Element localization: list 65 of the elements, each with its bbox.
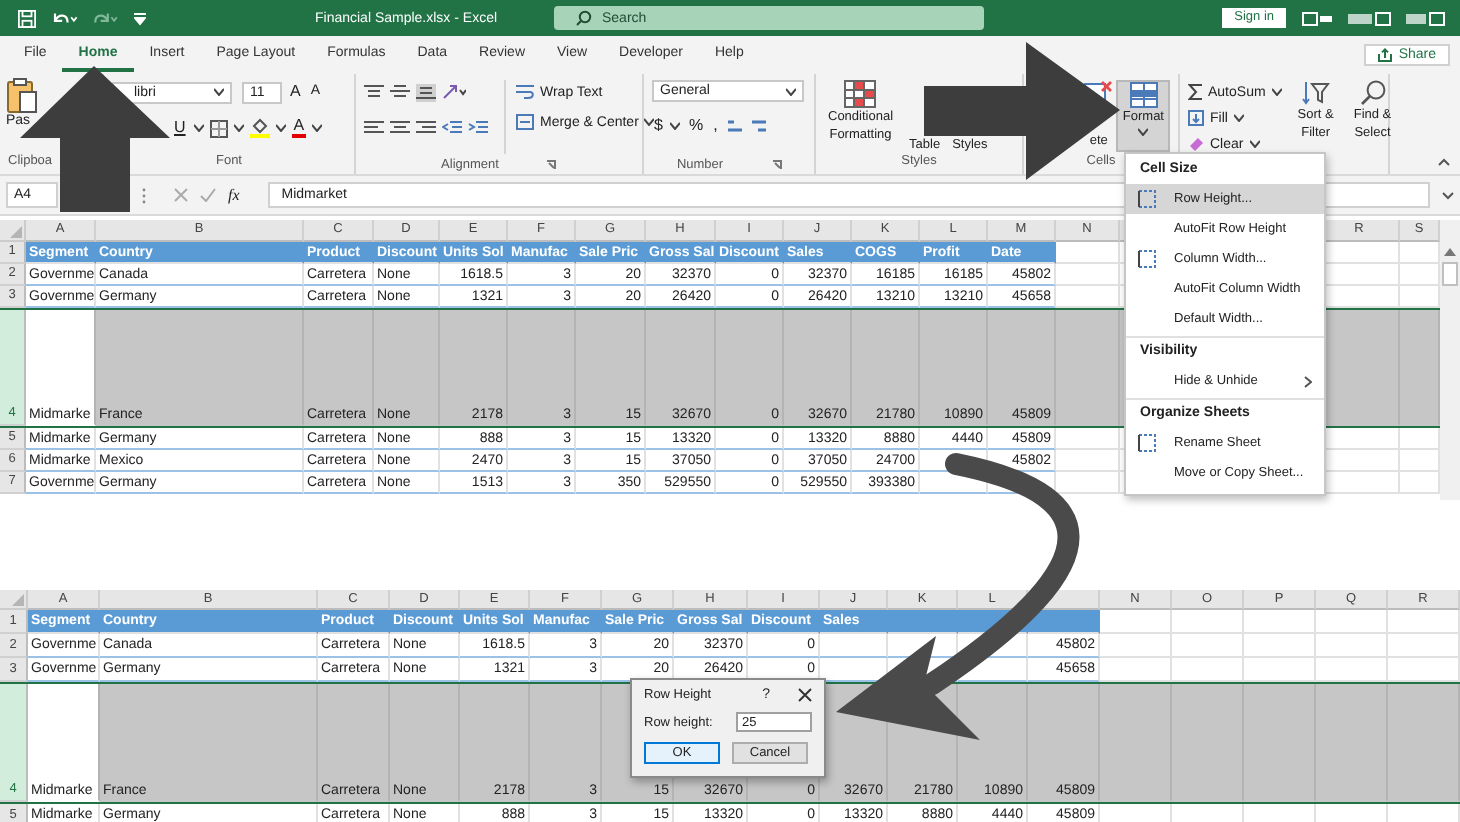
clipboard-icon [6, 78, 38, 114]
dialog-launcher-icon[interactable] [546, 159, 557, 169]
caret-icon[interactable] [312, 124, 323, 132]
scroll-up-icon[interactable] [1444, 248, 1456, 256]
orientation-icon[interactable] [442, 84, 466, 100]
triangle-icon [12, 594, 24, 606]
caret-icon [644, 118, 655, 126]
align-right-icon[interactable] [416, 120, 436, 136]
font-color-button[interactable]: A [291, 118, 307, 138]
caret-icon[interactable] [670, 122, 681, 130]
search-icon [576, 10, 592, 26]
customize-icon[interactable] [134, 10, 146, 26]
caret-icon [1233, 114, 1244, 122]
chevron-right-icon [1304, 375, 1312, 387]
caret-icon[interactable] [193, 124, 204, 132]
insert-function-button[interactable]: fx [228, 186, 240, 204]
caret-icon [786, 87, 796, 95]
caret-icon [1271, 88, 1282, 96]
dialog-launcher-icon[interactable] [771, 159, 782, 169]
decrease-decimal-icon[interactable] [749, 117, 768, 135]
grow-font-button[interactable]: A [288, 82, 303, 102]
borders-icon[interactable] [209, 119, 228, 137]
caret-icon [1249, 140, 1260, 148]
caret-icon[interactable] [275, 124, 286, 132]
sigma-icon [1188, 84, 1202, 100]
indicator-icon [1302, 11, 1334, 25]
triangle-icon [10, 226, 22, 238]
caret-icon[interactable] [233, 124, 244, 132]
comma-style-button[interactable]: , [711, 116, 720, 136]
resize-icon [1138, 190, 1156, 208]
resize-icon [1138, 434, 1156, 452]
align-center-icon[interactable] [390, 120, 410, 136]
decrease-indent-icon[interactable] [442, 120, 462, 136]
fill-color-icon[interactable] [249, 118, 270, 138]
undo-icon[interactable] [50, 9, 78, 27]
align-top-icon[interactable] [364, 84, 384, 100]
align-left-icon[interactable] [364, 120, 384, 136]
indicator-icon [1348, 11, 1392, 25]
check-icon[interactable] [200, 188, 216, 202]
underline-button[interactable]: U [172, 118, 188, 138]
percent-button[interactable]: % [686, 116, 706, 136]
share-icon [1378, 47, 1393, 61]
search-icon [1359, 80, 1386, 106]
indicator-icon [1406, 11, 1446, 25]
currency-button[interactable]: $ [652, 116, 665, 136]
funnel-icon [1301, 80, 1330, 106]
scroll-thumb[interactable] [1442, 262, 1458, 286]
save-icon[interactable] [18, 9, 36, 27]
close-icon[interactable] [798, 687, 812, 701]
table-icon [1129, 82, 1158, 108]
resize-icon [1138, 250, 1156, 268]
wrap-text-icon [516, 84, 534, 100]
redo-icon[interactable] [92, 9, 120, 27]
caret-icon [1138, 128, 1149, 136]
merge-cells-icon [516, 114, 534, 130]
fill-down-icon [1188, 110, 1204, 126]
increase-indent-icon[interactable] [468, 120, 488, 136]
expand-icon[interactable] [1442, 191, 1454, 199]
table-icon [844, 80, 877, 108]
align-bottom-icon[interactable] [416, 83, 436, 101]
caret-icon[interactable] [214, 88, 224, 96]
vertical-scrollbar[interactable] [1440, 220, 1460, 500]
increase-decimal-icon[interactable] [725, 117, 744, 135]
collapse-ribbon-icon[interactable] [1438, 158, 1450, 166]
align-middle-icon[interactable] [390, 84, 410, 100]
